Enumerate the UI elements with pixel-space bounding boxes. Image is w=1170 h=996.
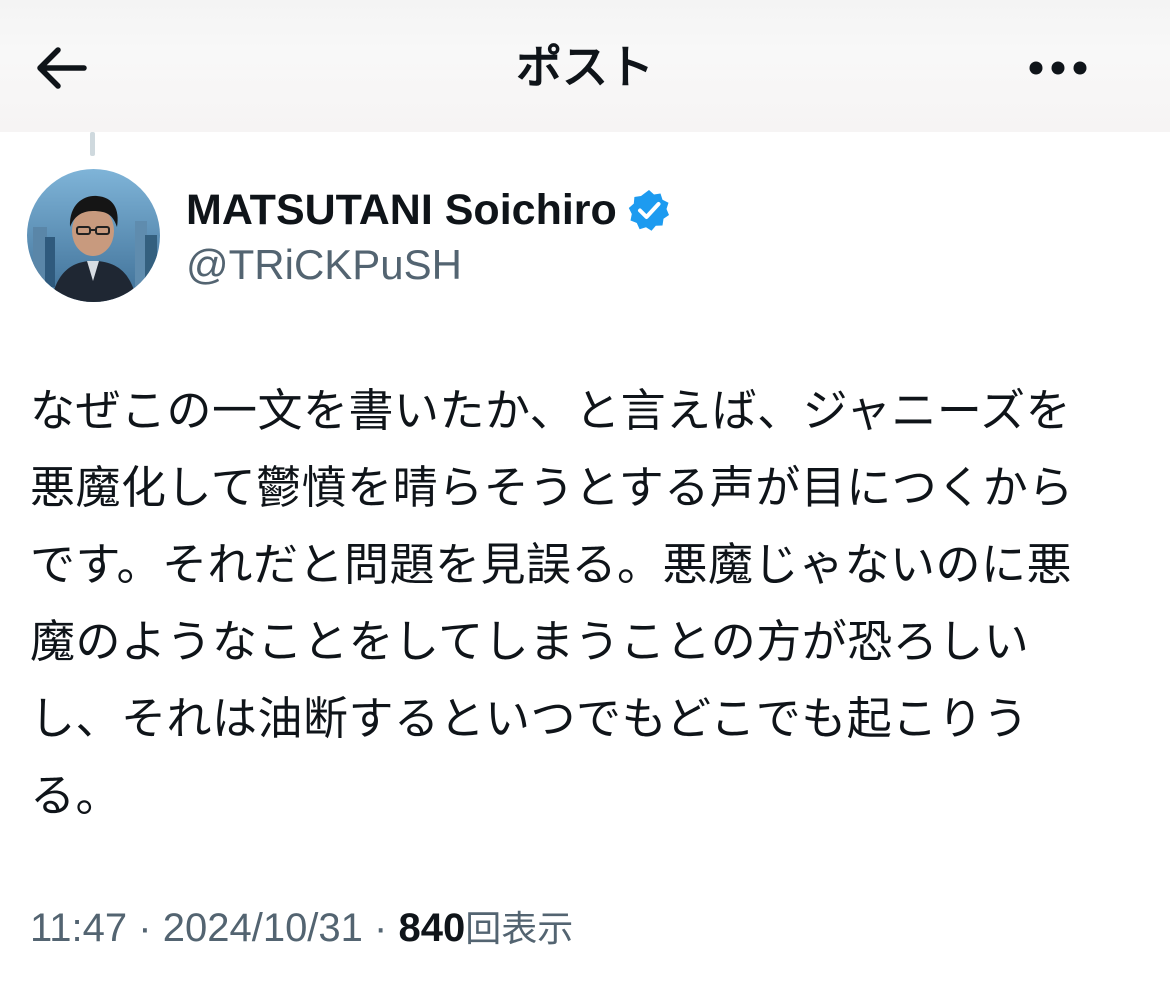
post-text-line: る。 — [30, 769, 122, 822]
post-time[interactable]: 11:47 — [30, 906, 127, 950]
avatar-image — [27, 169, 160, 302]
avatar[interactable] — [27, 169, 160, 302]
post-text-line: です。それだと問題を見誤る。悪魔じゃないのに悪 — [30, 538, 1073, 591]
author-name-row[interactable]: MATSUTANI Soichiro — [186, 180, 671, 240]
meta-separator: · — [138, 906, 152, 950]
top-nav-bar: ポスト — [0, 0, 1170, 132]
post-text-line: し、それは油断するといつでもどこでも起こりう — [30, 692, 1029, 745]
post-metadata: 11:47 · 2024/10/31 · 840回表示 — [30, 900, 573, 958]
post-text-line: 魔のようなことをしてしまうことの方が恐ろしい — [30, 615, 1030, 668]
meta-separator: · — [374, 906, 388, 950]
post-text-line: 悪魔化して鬱憤を晴らそうとする声が目につくから — [30, 461, 1074, 514]
verified-badge-icon — [627, 188, 671, 232]
post-text: なぜこの一文を書いたか、と言えば、ジャニーズを 悪魔化して鬱憤を晴らそうとする声… — [30, 380, 1145, 842]
more-options-button[interactable] — [1020, 40, 1096, 96]
more-horizontal-icon — [1029, 61, 1087, 75]
post-text-line: なぜこの一文を書いたか、と言えば、ジャニーズを — [30, 384, 1072, 437]
post-date[interactable]: 2024/10/31 — [163, 906, 363, 950]
page-title: ポスト — [516, 40, 654, 94]
author-name: MATSUTANI Soichiro — [186, 185, 617, 234]
author-handle[interactable]: @TRiCKPuSH — [186, 238, 462, 292]
view-count: 840 — [398, 906, 466, 950]
view-count-label: 回表示 — [465, 909, 574, 950]
thread-connector-line — [90, 132, 95, 156]
